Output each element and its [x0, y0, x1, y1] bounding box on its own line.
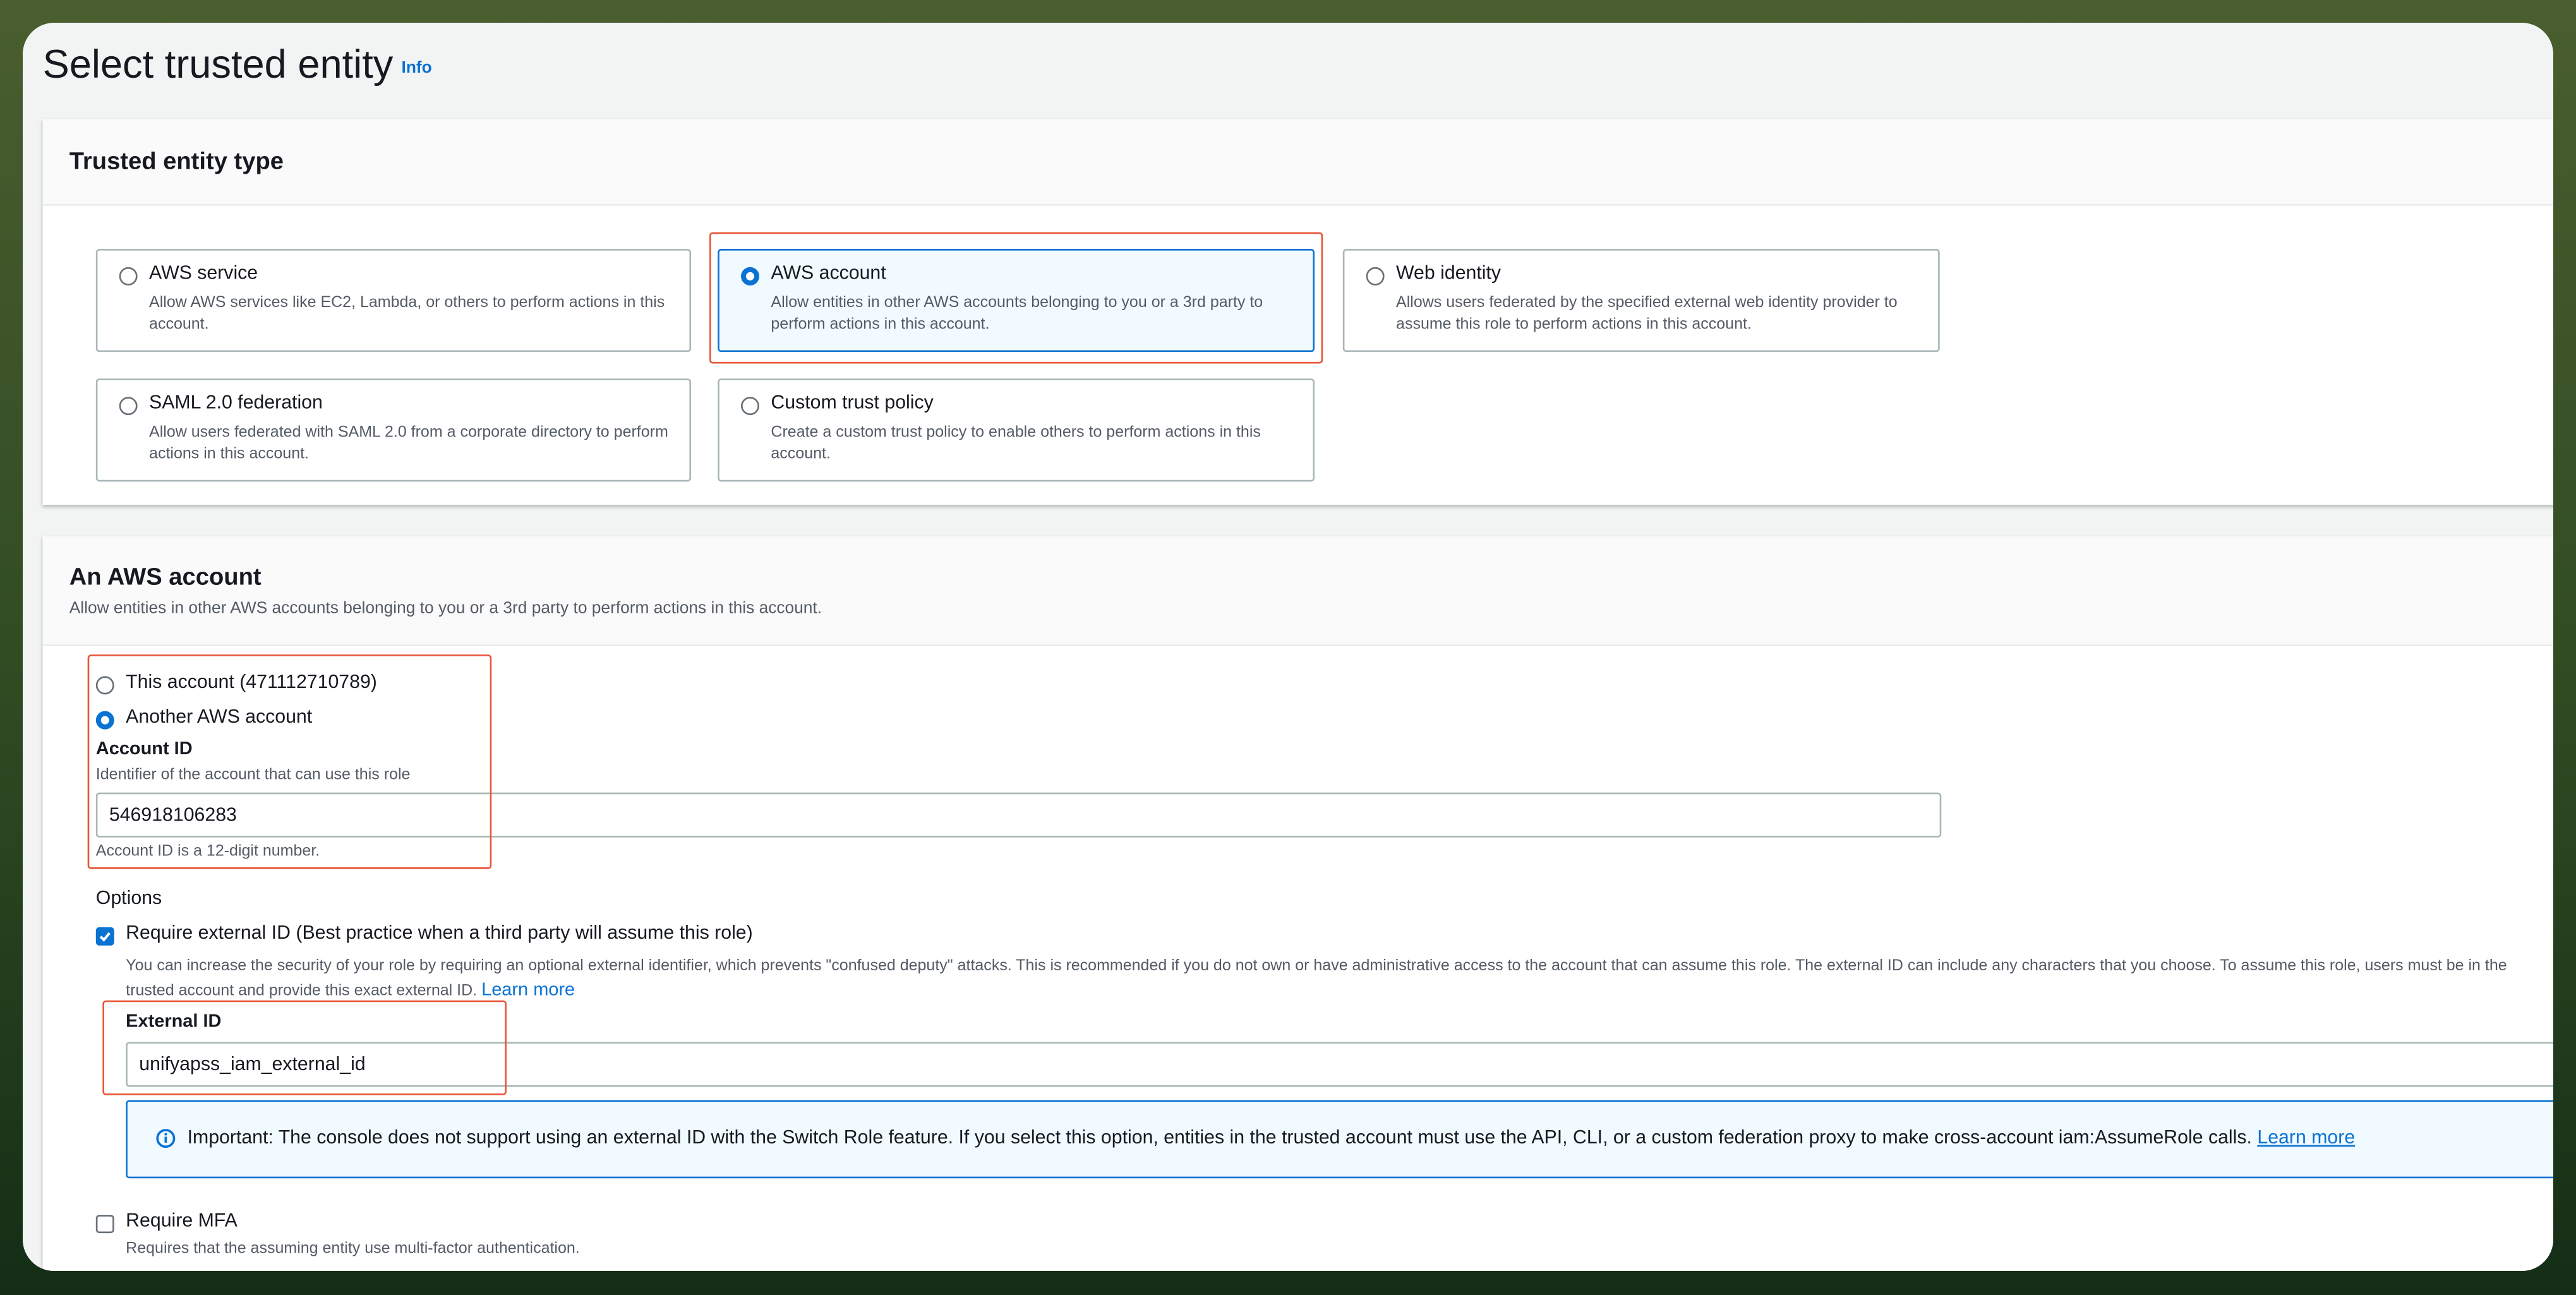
another-account-label: Another AWS account	[126, 708, 313, 728]
require-mfa-description: Requires that the assuming entity use mu…	[126, 1239, 580, 1258]
learn-more-link[interactable]: Learn more	[481, 980, 575, 1001]
tile-web-identity[interactable]: Web identity Allows users federated by t…	[1342, 248, 1940, 352]
checkmark-icon	[99, 932, 111, 942]
require-external-id-description: You can increase the security of your ro…	[126, 954, 2536, 1004]
alert-text: Important: The console does not support …	[187, 1128, 2252, 1148]
require-mfa-checkbox[interactable]	[95, 1215, 114, 1234]
card-header: Trusted entity type	[42, 119, 2553, 206]
tile-description: Allow users federated with SAML 2.0 from…	[149, 423, 668, 464]
page-title: Select trusted entity Info	[43, 43, 432, 90]
radio-aws-service[interactable]	[119, 267, 138, 286]
radio-aws-account[interactable]	[741, 267, 759, 286]
tile-saml-federation[interactable]: SAML 2.0 federation Allow users federate…	[95, 378, 692, 482]
radio-another-account[interactable]	[95, 711, 114, 730]
radio-this-account[interactable]	[95, 676, 114, 695]
tile-title: AWS account	[771, 263, 886, 284]
account-id-description: Identifier of the account that can use t…	[95, 766, 411, 785]
page: Select trusted entity Info Trusted entity…	[23, 23, 2553, 1271]
account-id-input[interactable]	[97, 794, 1940, 836]
options-label: Options	[95, 889, 162, 909]
account-id-field[interactable]	[95, 792, 1942, 838]
tile-title: Custom trust policy	[771, 393, 934, 414]
trusted-entity-type-title: Trusted entity type	[69, 149, 284, 176]
tile-title: Web identity	[1396, 263, 1502, 284]
external-id-label: External ID	[126, 1012, 222, 1032]
tile-aws-account[interactable]: AWS account Allow entities in other AWS …	[718, 248, 1315, 352]
external-id-field[interactable]	[126, 1042, 2553, 1087]
alert-message: Important: The console does not support …	[188, 1128, 2356, 1148]
tile-custom-trust-policy[interactable]: Custom trust policy Create a custom trus…	[718, 378, 1315, 482]
external-id-input[interactable]	[127, 1044, 2553, 1085]
alert-learn-more-link[interactable]: Learn more	[2257, 1128, 2355, 1148]
card-header: An AWS account Allow entities in other A…	[42, 536, 2553, 646]
aws-account-title: An AWS account	[69, 565, 262, 592]
this-account-label: This account (471112710789)	[126, 673, 377, 693]
info-icon	[156, 1129, 176, 1148]
tile-title: SAML 2.0 federation	[149, 393, 323, 414]
page-title-text: Select trusted entity	[42, 42, 394, 88]
radio-web-identity[interactable]	[1366, 267, 1385, 286]
aws-account-description: Allow entities in other AWS accounts bel…	[69, 599, 822, 618]
tile-aws-service[interactable]: AWS service Allow AWS services like EC2,…	[95, 248, 692, 352]
tile-description: Allows users federated by the specified …	[1396, 294, 1898, 334]
browser-frame: Select trusted entity Info Trusted entity…	[23, 23, 2553, 1271]
require-mfa-label: Require MFA	[126, 1211, 238, 1232]
info-link[interactable]: Info	[402, 59, 432, 78]
radio-saml-federation[interactable]	[119, 397, 138, 416]
tile-title: AWS service	[149, 263, 258, 284]
require-external-id-checkbox[interactable]	[95, 927, 114, 946]
account-id-hint: Account ID is a 12-digit number.	[95, 842, 320, 861]
tile-description: Allow AWS services like EC2, Lambda, or …	[149, 294, 665, 334]
tile-description: Create a custom trust policy to enable o…	[771, 423, 1261, 464]
account-id-label: Account ID	[95, 739, 193, 759]
radio-custom-trust-policy[interactable]	[741, 397, 759, 416]
trusted-entity-type-card: Trusted entity type AWS service Allow AW…	[42, 119, 2553, 505]
info-alert: Important: The console does not support …	[126, 1100, 2553, 1179]
require-external-id-label: Require external ID (Best practice when …	[126, 924, 753, 944]
tile-description: Allow entities in other AWS accounts bel…	[771, 294, 1263, 334]
